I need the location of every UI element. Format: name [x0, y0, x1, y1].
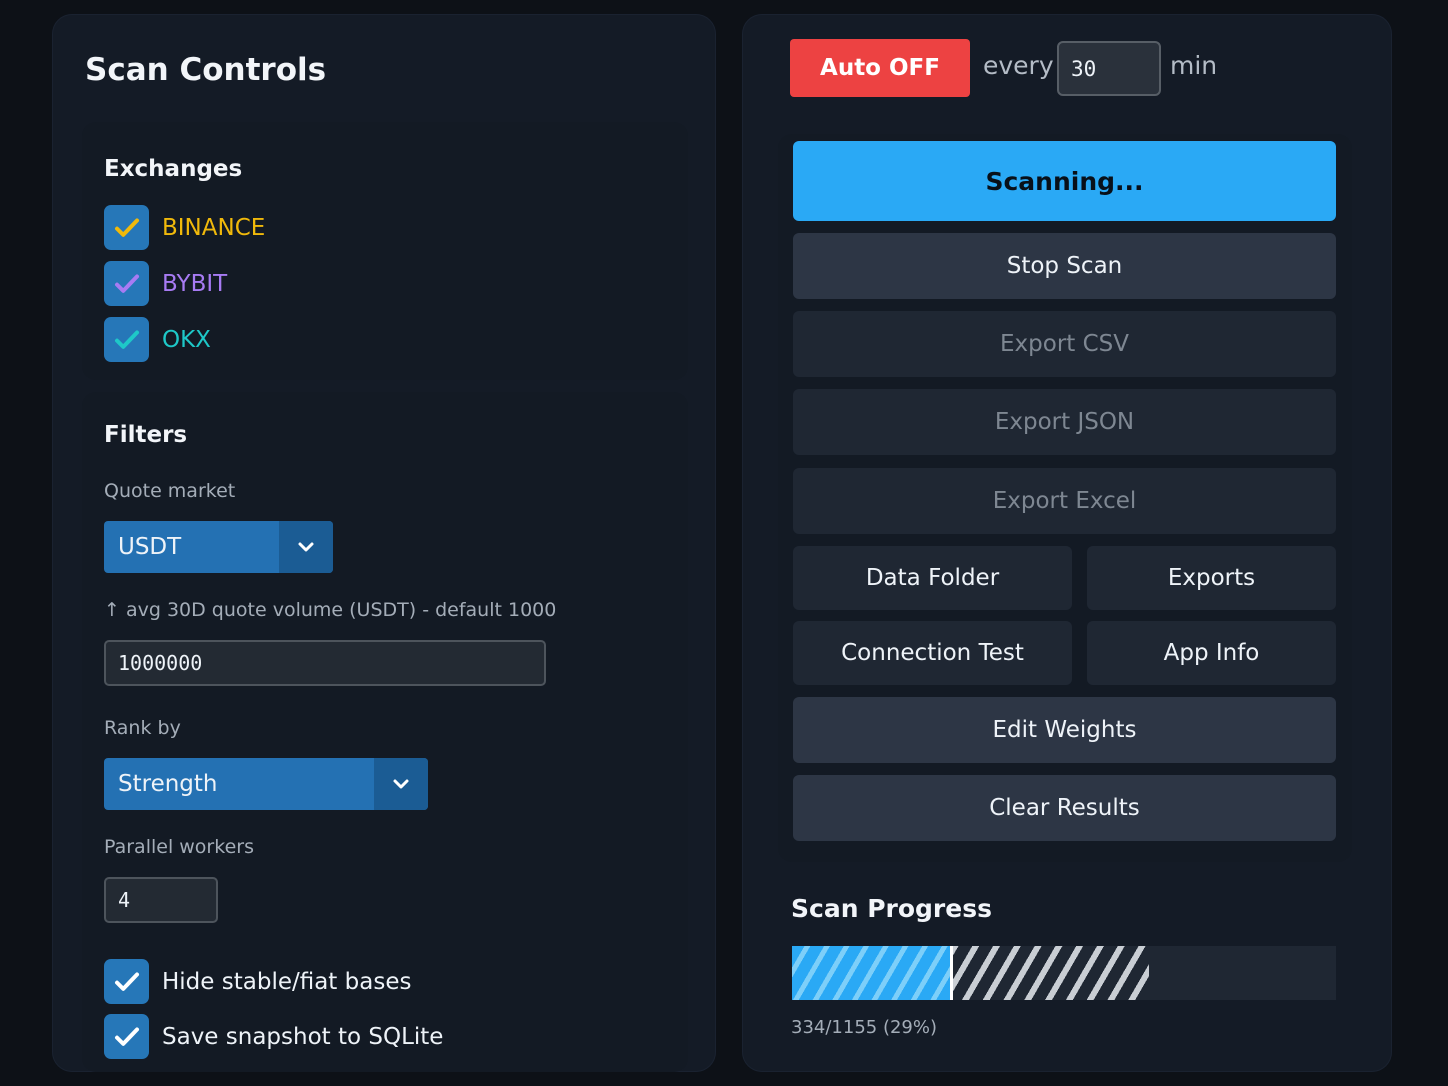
- exchange-binance-checkbox[interactable]: [104, 205, 149, 250]
- checkmark-icon: [114, 330, 139, 349]
- filters-section: Filters Quote market USDT ↑ avg 30D quot…: [82, 392, 688, 1072]
- exchange-binance-row[interactable]: BINANCE: [104, 205, 265, 250]
- exchange-bybit-label: BYBIT: [162, 270, 228, 297]
- rank-by-label: Rank by: [104, 717, 181, 739]
- every-label: every: [983, 51, 1054, 80]
- volume-input[interactable]: 1000000: [104, 640, 546, 686]
- progress-activity-stripes: [950, 946, 1149, 1000]
- panel-title: Scan Controls: [85, 52, 327, 88]
- exports-button[interactable]: Exports: [1087, 546, 1336, 610]
- exchange-okx-checkbox[interactable]: [104, 317, 149, 362]
- save-snapshot-label: Save snapshot to SQLite: [162, 1023, 444, 1050]
- checkmark-icon: [114, 1027, 139, 1046]
- scanning-button[interactable]: Scanning...: [793, 141, 1336, 221]
- export-excel-button[interactable]: Export Excel: [793, 468, 1336, 534]
- actions-panel: Auto OFF every 30 min Scanning... Stop S…: [742, 14, 1392, 1072]
- progress-fill: [792, 946, 950, 1000]
- stop-scan-button[interactable]: Stop Scan: [793, 233, 1336, 299]
- rank-by-value: Strength: [118, 771, 218, 797]
- workers-label: Parallel workers: [104, 836, 254, 858]
- hide-stable-checkbox[interactable]: [104, 959, 149, 1004]
- quote-market-label: Quote market: [104, 480, 236, 502]
- volume-label: ↑ avg 30D quote volume (USDT) - default …: [104, 599, 557, 621]
- chevron-down-icon[interactable]: [279, 521, 333, 573]
- exchange-okx-label: OKX: [162, 326, 211, 353]
- min-label: min: [1170, 51, 1218, 80]
- rank-by-select[interactable]: Strength: [104, 758, 428, 810]
- exchange-bybit-checkbox[interactable]: [104, 261, 149, 306]
- save-snapshot-checkbox[interactable]: [104, 1014, 149, 1059]
- save-snapshot-row[interactable]: Save snapshot to SQLite: [104, 1014, 443, 1059]
- hide-stable-row[interactable]: Hide stable/fiat bases: [104, 959, 411, 1004]
- app-info-button[interactable]: App Info: [1087, 621, 1336, 685]
- filters-heading: Filters: [104, 422, 188, 448]
- export-json-button[interactable]: Export JSON: [793, 389, 1336, 455]
- exchange-bybit-row[interactable]: BYBIT: [104, 261, 227, 306]
- quote-market-value: USDT: [118, 534, 182, 560]
- quote-market-select[interactable]: USDT: [104, 521, 333, 573]
- exchanges-heading: Exchanges: [104, 156, 243, 182]
- exchanges-section: Exchanges BINANCE BYBIT OKX: [82, 122, 688, 380]
- interval-input[interactable]: 30: [1057, 41, 1161, 96]
- progress-text: 334/1155 (29%): [791, 1017, 938, 1038]
- data-folder-button[interactable]: Data Folder: [793, 546, 1072, 610]
- edit-weights-button[interactable]: Edit Weights: [793, 697, 1336, 763]
- chevron-down-icon[interactable]: [374, 758, 428, 810]
- scan-controls-panel: Scan Controls Exchanges BINANCE BYBIT OK…: [52, 14, 716, 1072]
- workers-input[interactable]: 4: [104, 877, 218, 923]
- export-csv-button[interactable]: Export CSV: [793, 311, 1336, 377]
- clear-results-button[interactable]: Clear Results: [793, 775, 1336, 841]
- checkmark-icon: [114, 218, 139, 237]
- hide-stable-label: Hide stable/fiat bases: [162, 968, 412, 995]
- exchange-okx-row[interactable]: OKX: [104, 317, 211, 362]
- progress-bar: [792, 946, 1336, 1000]
- auto-toggle-button[interactable]: Auto OFF: [790, 39, 970, 97]
- checkmark-icon: [114, 274, 139, 293]
- progress-title: Scan Progress: [791, 894, 992, 923]
- connection-test-button[interactable]: Connection Test: [793, 621, 1072, 685]
- exchange-binance-label: BINANCE: [162, 214, 266, 241]
- checkmark-icon: [114, 972, 139, 991]
